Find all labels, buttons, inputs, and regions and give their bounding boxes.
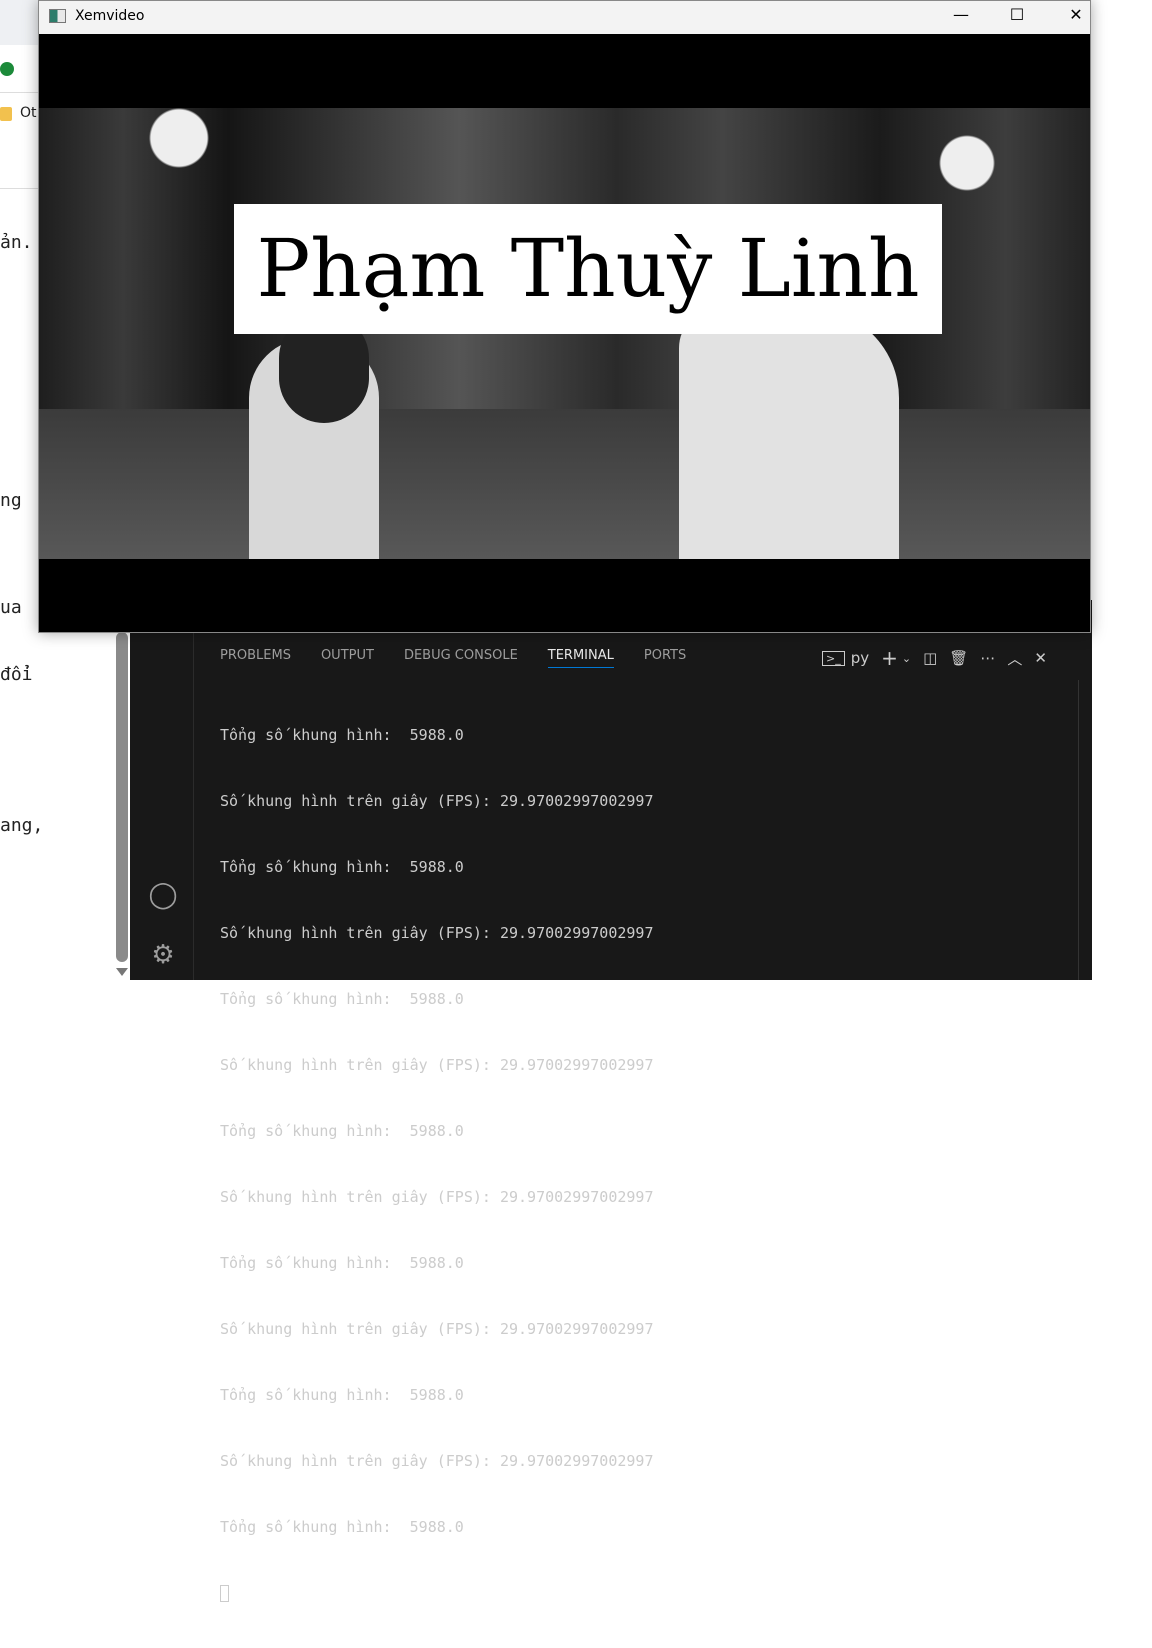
chevron-down-icon[interactable]: ⌄ <box>902 652 911 665</box>
terminal-line: Số khung hình trên giây (FPS): 29.970029… <box>220 924 654 942</box>
terminal-shell-label[interactable]: py <box>851 649 869 667</box>
doc-line: ản. <box>0 232 33 253</box>
terminal-output[interactable]: Tổng số khung hình: 5988.0 Số khung hình… <box>220 680 653 1648</box>
window-title: Xemvideo <box>75 8 145 24</box>
doc-line: đổi <box>0 664 33 685</box>
terminal-line: Số khung hình trên giây (FPS): 29.970029… <box>220 1188 654 1206</box>
vscode-window: ◯ ⚙ PROBLEMS OUTPUT DEBUG CONSOLE TERMIN… <box>130 600 1092 1602</box>
terminal-line: Số khung hình trên giây (FPS): 29.970029… <box>220 1320 654 1338</box>
doc-line: ua <box>0 597 22 618</box>
terminal-line: Tổng số khung hình: 5988.0 <box>220 726 464 744</box>
gear-icon[interactable]: ⚙ <box>148 940 178 970</box>
terminal-line: Tổng số khung hình: 5988.0 <box>220 990 464 1008</box>
terminal-line: Tổng số khung hình: 5988.0 <box>220 1386 464 1404</box>
doc-line: ng <box>0 490 22 511</box>
terminal-line: Số khung hình trên giây (FPS): 29.970029… <box>220 1452 654 1470</box>
maximize-panel-chevron-up-icon[interactable]: ︿ <box>1007 648 1022 669</box>
onedrive-sync-icon <box>0 62 14 76</box>
terminal-line: Tổng số khung hình: 5988.0 <box>220 1254 464 1272</box>
title-bar[interactable]: Xemvideo — ☐ ✕ <box>39 1 1090 34</box>
terminal-line: Tổng số khung hình: 5988.0 <box>220 1122 464 1140</box>
close-panel-icon[interactable]: ✕ <box>1034 649 1047 667</box>
account-icon[interactable]: ◯ <box>148 880 178 910</box>
folder-icon <box>0 107 12 121</box>
terminal-line: Số khung hình trên giây (FPS): 29.970029… <box>220 1056 654 1074</box>
tab-ports[interactable]: PORTS <box>644 648 686 668</box>
tab-output[interactable]: OUTPUT <box>321 648 374 668</box>
bookmark-folder-label[interactable]: Ot <box>20 105 37 121</box>
panel-toolbar: >_ py + ⌄ ◫ 🗑 ⋯ ︿ ✕ <box>822 646 1047 670</box>
close-button[interactable]: ✕ <box>1061 5 1091 24</box>
xemvideo-window: Xemvideo — ☐ ✕ Phạm Thuỳ Linh <box>38 0 1091 633</box>
video-frame: Phạm Thuỳ Linh <box>39 108 1090 559</box>
app-icon <box>49 9 66 23</box>
split-terminal-icon[interactable]: ◫ <box>923 649 937 667</box>
overlay-name-text: Phạm Thuỳ Linh <box>234 204 942 334</box>
new-terminal-plus-icon[interactable]: + <box>881 646 898 670</box>
terminal-scrollbar[interactable] <box>1078 680 1079 980</box>
more-actions-icon[interactable]: ⋯ <box>980 649 995 667</box>
maximize-button[interactable]: ☐ <box>1002 5 1032 24</box>
tab-debug-console[interactable]: DEBUG CONSOLE <box>404 648 518 668</box>
tab-problems[interactable]: PROBLEMS <box>220 648 291 668</box>
trash-icon[interactable]: 🗑 <box>949 649 968 667</box>
doc-line: ang, <box>0 815 44 836</box>
video-person <box>679 308 899 559</box>
terminal-line: Tổng số khung hình: 5988.0 <box>220 858 464 876</box>
terminal-line: Số khung hình trên giây (FPS): 29.970029… <box>220 792 654 810</box>
terminal-line: Tổng số khung hình: 5988.0 <box>220 1518 464 1536</box>
document-scrollbar[interactable] <box>116 632 128 962</box>
terminal-cursor <box>220 1585 229 1602</box>
panel-tabs: PROBLEMS OUTPUT DEBUG CONSOLE TERMINAL P… <box>220 648 686 668</box>
terminal-icon[interactable]: >_ <box>822 650 845 666</box>
scroll-down-arrow-icon[interactable] <box>116 968 128 976</box>
tab-terminal[interactable]: TERMINAL <box>547 648 614 668</box>
activity-bar: ◯ ⚙ <box>130 600 194 980</box>
minimize-button[interactable]: — <box>946 5 976 24</box>
